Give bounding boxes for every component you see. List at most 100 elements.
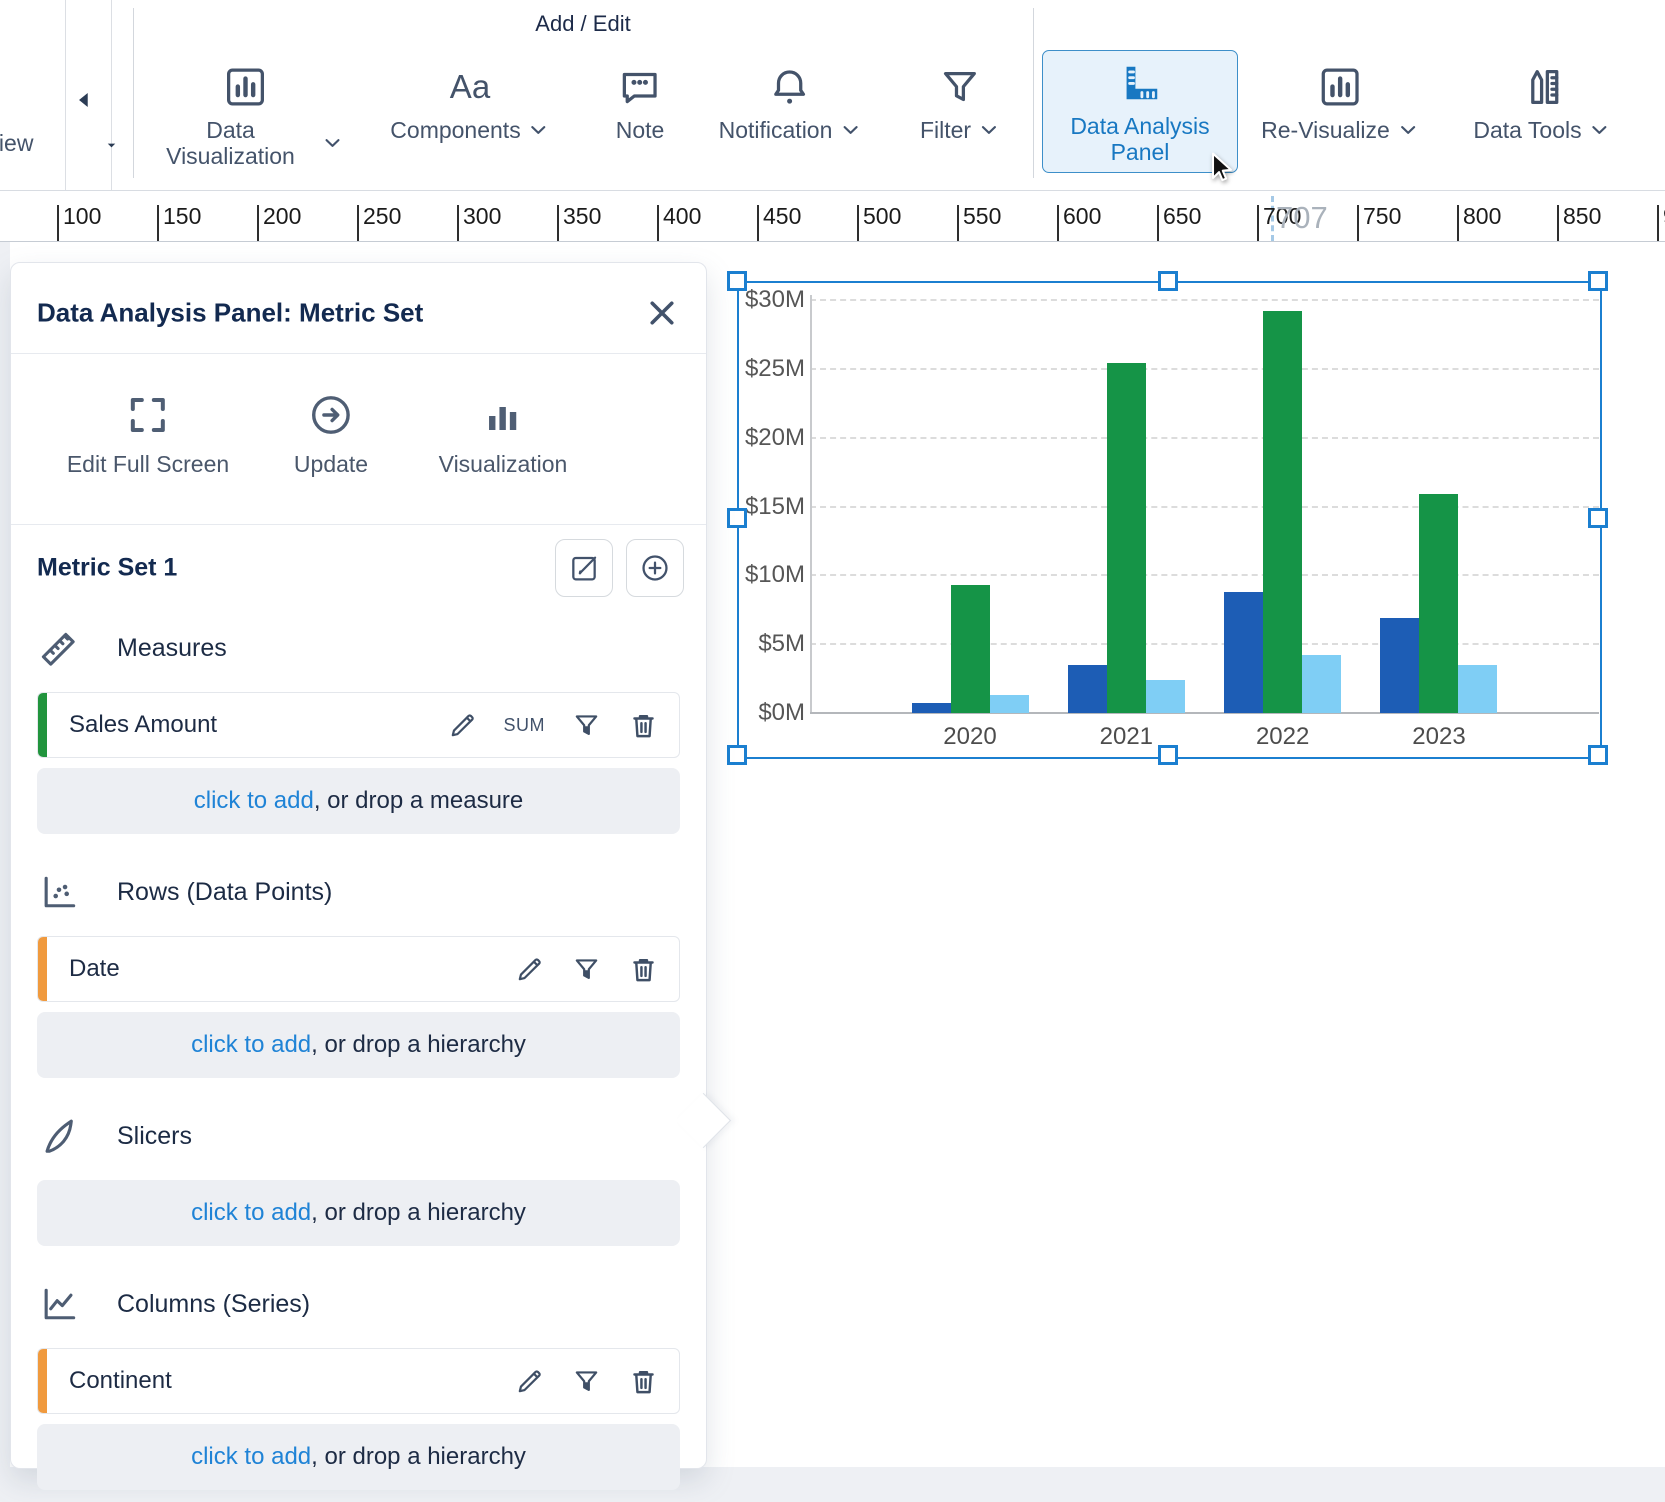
click-to-add-link[interactable]: click to add [194, 787, 314, 815]
filter-field-icon[interactable] [571, 954, 602, 985]
ruler-tick-label: 300 [463, 203, 501, 230]
edit-field-icon[interactable] [514, 1366, 545, 1397]
visualization-button[interactable]: Visualization [439, 391, 568, 478]
field-continent[interactable]: Continent [37, 1348, 680, 1414]
delete-field-icon[interactable] [628, 710, 659, 741]
delete-field-icon[interactable] [628, 1366, 659, 1397]
ruler-tick [157, 205, 159, 241]
resize-handle[interactable] [1588, 508, 1608, 528]
chevron-down-icon [528, 119, 550, 141]
toolbar-group-separator [133, 8, 134, 178]
toolbar-item-data-visualization[interactable]: Data Visualization [147, 64, 344, 169]
toolbar-item-components[interactable]: Aa Components [390, 64, 549, 143]
section-rows-data-points: Rows (Data Points) [37, 870, 680, 914]
section-label: Slicers [117, 1122, 192, 1151]
toolbar-item-label: Components [390, 117, 520, 143]
toolbar-separator [111, 0, 112, 190]
caret-down-icon[interactable] [104, 138, 119, 153]
knife-icon [37, 1114, 81, 1158]
resize-handle[interactable] [727, 271, 747, 291]
funnel-icon [937, 64, 983, 110]
collapse-ribbon-icon[interactable] [72, 87, 98, 113]
section-label: Columns (Series) [117, 1290, 310, 1319]
horizontal-ruler: 707 100150200250300350400450500550600650… [0, 190, 1665, 242]
ruler-tick-label: 200 [263, 203, 301, 230]
ruler-tick [1657, 205, 1659, 241]
chevron-down-icon [978, 119, 1000, 141]
app-window: View Add / Edit Data Visualization Aa Comp… [0, 0, 1665, 1502]
resize-handle[interactable] [727, 508, 747, 528]
toolbar-separator [65, 0, 66, 190]
resize-handle[interactable] [1588, 271, 1608, 291]
aggregation-label[interactable]: SUM [504, 715, 546, 736]
text-style-icon: Aa [450, 64, 490, 110]
view-tab-label[interactable]: View [0, 130, 33, 157]
data-analysis-panel: Data Analysis Panel: Metric Set Edit Ful… [10, 262, 707, 1469]
delete-field-icon[interactable] [628, 954, 659, 985]
ruler-icon [37, 626, 81, 670]
ruler-tick-label: 500 [863, 203, 901, 230]
chevron-down-icon [1397, 119, 1419, 141]
ruler-tick-label: 150 [163, 203, 201, 230]
field-date[interactable]: Date [37, 936, 680, 1002]
toolbar-item-data-tools[interactable]: Data Tools [1473, 64, 1610, 143]
toolbar-group-separator [1033, 8, 1034, 178]
chevron-down-icon [839, 119, 861, 141]
field-name: Date [69, 955, 514, 983]
panel-title: Data Analysis Panel: Metric Set [37, 298, 423, 329]
edit-full-screen-button[interactable]: Edit Full Screen [67, 391, 229, 478]
resize-handle[interactable] [1158, 745, 1178, 765]
filter-field-icon[interactable] [571, 1366, 602, 1397]
pencil-ruler-icon [1519, 64, 1565, 110]
toolbar-item-label: Data Tools [1473, 117, 1581, 143]
field-accent-bar [38, 1349, 47, 1413]
edit-field-icon[interactable] [514, 954, 545, 985]
click-to-add-link[interactable]: click to add [191, 1199, 311, 1227]
canvas-workspace[interactable]: $30M$25M$20M$15M$10M$5M$0M20202021202220… [0, 241, 1665, 1502]
edit-field-icon[interactable] [447, 710, 478, 741]
toolbar-item-label: Data Analysis Panel [1056, 113, 1224, 165]
field-sales-amount[interactable]: Sales AmountSUM [37, 692, 680, 758]
field-name: Continent [69, 1367, 514, 1395]
comment-icon [617, 64, 663, 110]
toolbar-item-label: Filter [920, 117, 971, 143]
update-button[interactable]: Update [294, 391, 368, 478]
click-to-add-link[interactable]: click to add [191, 1031, 311, 1059]
ruler-tick-label: 350 [563, 203, 601, 230]
action-label: Edit Full Screen [67, 451, 229, 478]
ruler-tick [957, 205, 959, 241]
resize-handle[interactable] [727, 745, 747, 765]
edit-metric-set-button[interactable] [555, 539, 613, 597]
toolbar-item-notification[interactable]: Notification [719, 64, 862, 143]
toolbar-item-filter[interactable]: Filter [920, 64, 1000, 143]
filter-field-icon[interactable] [571, 710, 602, 741]
mouse-cursor [1204, 151, 1240, 187]
selection-outline[interactable] [737, 281, 1602, 759]
chart-box-icon [222, 64, 268, 110]
ruler-tick-label: 550 [963, 203, 1001, 230]
placeholder-text: , or drop a hierarchy [311, 1031, 526, 1059]
toolbar-item-note[interactable]: Note [616, 64, 665, 143]
top-toolbar: View Add / Edit Data Visualization Aa Comp… [0, 0, 1665, 191]
resize-handle[interactable] [1158, 271, 1178, 291]
ruler-tick [1257, 205, 1259, 241]
ruler-tick-label: 750 [1363, 203, 1401, 230]
ruler-tick [1457, 205, 1459, 241]
click-to-add-link[interactable]: click to add [191, 1443, 311, 1471]
ruler-tick [457, 205, 459, 241]
ruler-tick-label: 850 [1563, 203, 1601, 230]
drop-placeholder: click to add, or drop a hierarchy [37, 1180, 680, 1246]
ruler-tick-label: 100 [63, 203, 101, 230]
metric-set-header: Metric Set 1 [11, 524, 706, 601]
section-slicers: Slicers [37, 1114, 680, 1158]
section-label: Measures [117, 634, 227, 663]
add-metric-set-button[interactable] [626, 539, 684, 597]
close-icon[interactable] [644, 295, 680, 331]
toolbar-group-label: Add / Edit [535, 11, 630, 37]
resize-handle[interactable] [1588, 745, 1608, 765]
toolbar-item-re-visualize[interactable]: Re-Visualize [1261, 64, 1419, 143]
bell-icon [767, 64, 813, 110]
ruler-tick-label: 650 [1163, 203, 1201, 230]
ruler-tick-label: 400 [663, 203, 701, 230]
ruler-tick [1057, 205, 1059, 241]
